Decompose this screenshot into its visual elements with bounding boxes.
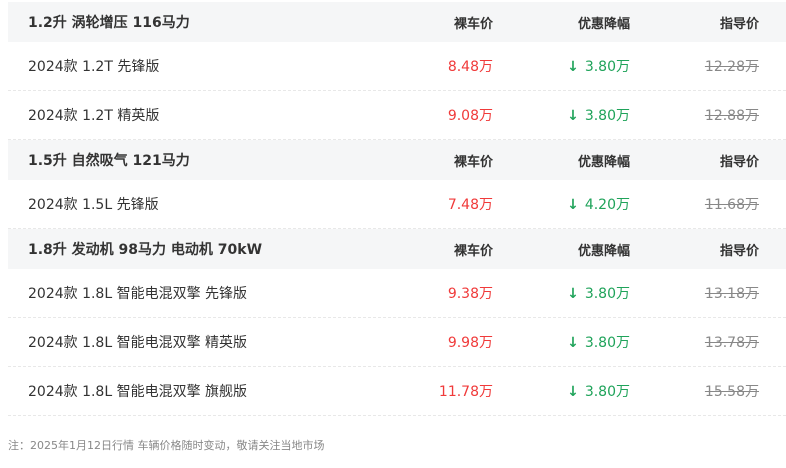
table-row[interactable]: 2024款 1.2T 精英版 9.08万 ↓ 3.80万 12.88万 xyxy=(8,91,786,140)
down-arrow-icon: ↓ xyxy=(567,286,579,302)
bare-price: 7.48万 xyxy=(447,197,493,213)
trim-name[interactable]: 2024款 1.8L 智能电混双擎 旗舰版 xyxy=(8,381,368,401)
discount: ↓ 3.80万 xyxy=(493,381,630,401)
trim-name[interactable]: 2024款 1.8L 智能电混双擎 先锋版 xyxy=(8,283,368,303)
discount-value: 3.80万 xyxy=(584,108,630,124)
trim-name[interactable]: 2024款 1.8L 智能电混双擎 精英版 xyxy=(8,332,368,352)
header-price: 裸车价 xyxy=(453,16,493,32)
guide-price: 13.78万 xyxy=(704,335,759,351)
group-header: 1.5升 自然吸气 121马力 裸车价 优惠降幅 指导价 xyxy=(8,140,786,180)
discount: ↓ 4.20万 xyxy=(493,194,630,214)
trim-name[interactable]: 2024款 1.2T 精英版 xyxy=(8,105,368,125)
down-arrow-icon: ↓ xyxy=(567,59,579,75)
price-table: 1.2升 涡轮增压 116马力 裸车价 优惠降幅 指导价 2024款 1.2T … xyxy=(8,2,786,416)
bare-price: 9.98万 xyxy=(447,335,493,351)
trim-name[interactable]: 2024款 1.2T 先锋版 xyxy=(8,56,368,76)
discount: ↓ 3.80万 xyxy=(493,332,630,352)
discount-value: 3.80万 xyxy=(584,384,630,400)
price-note: 注：2025年1月12日行情 车辆价格随时变动，敬请关注当地市场 xyxy=(8,439,325,452)
discount: ↓ 3.80万 xyxy=(493,105,630,125)
discount-value: 3.80万 xyxy=(584,59,630,75)
header-guide: 指导价 xyxy=(719,16,759,32)
group-title: 1.2升 涡轮增压 116马力 xyxy=(28,15,190,31)
table-row[interactable]: 2024款 1.8L 智能电混双擎 旗舰版 11.78万 ↓ 3.80万 15.5… xyxy=(8,367,786,416)
bare-price: 9.08万 xyxy=(447,108,493,124)
header-discount: 优惠降幅 xyxy=(577,243,630,259)
trim-name[interactable]: 2024款 1.5L 先锋版 xyxy=(8,194,368,214)
down-arrow-icon: ↓ xyxy=(567,197,579,213)
bare-price: 11.78万 xyxy=(438,384,493,400)
discount-value: 3.80万 xyxy=(584,335,630,351)
header-guide: 指导价 xyxy=(719,243,759,259)
table-row[interactable]: 2024款 1.2T 先锋版 8.48万 ↓ 3.80万 12.28万 xyxy=(8,42,786,91)
header-discount: 优惠降幅 xyxy=(577,16,630,32)
down-arrow-icon: ↓ xyxy=(567,108,579,124)
discount-value: 3.80万 xyxy=(584,286,630,302)
guide-price: 15.58万 xyxy=(704,384,759,400)
group-header: 1.2升 涡轮增压 116马力 裸车价 优惠降幅 指导价 xyxy=(8,2,786,42)
discount: ↓ 3.80万 xyxy=(493,56,630,76)
table-row[interactable]: 2024款 1.8L 智能电混双擎 先锋版 9.38万 ↓ 3.80万 13.18… xyxy=(8,269,786,318)
group-header: 1.8升 发动机 98马力 电动机 70kW 裸车价 优惠降幅 指导价 xyxy=(8,229,786,269)
guide-price: 12.28万 xyxy=(704,59,759,75)
table-row[interactable]: 2024款 1.5L 先锋版 7.48万 ↓ 4.20万 11.68万 xyxy=(8,180,786,229)
header-price: 裸车价 xyxy=(453,154,493,170)
group-title: 1.5升 自然吸气 121马力 xyxy=(28,153,190,169)
discount-value: 4.20万 xyxy=(584,197,630,213)
group-title: 1.8升 发动机 98马力 电动机 70kW xyxy=(28,242,263,258)
guide-price: 12.88万 xyxy=(704,108,759,124)
discount: ↓ 3.80万 xyxy=(493,283,630,303)
guide-price: 13.18万 xyxy=(704,286,759,302)
header-guide: 指导价 xyxy=(719,154,759,170)
down-arrow-icon: ↓ xyxy=(567,384,579,400)
guide-price: 11.68万 xyxy=(704,197,759,213)
header-price: 裸车价 xyxy=(453,243,493,259)
table-row[interactable]: 2024款 1.8L 智能电混双擎 精英版 9.98万 ↓ 3.80万 13.78… xyxy=(8,318,786,367)
bare-price: 9.38万 xyxy=(447,286,493,302)
bare-price: 8.48万 xyxy=(447,59,493,75)
down-arrow-icon: ↓ xyxy=(567,335,579,351)
header-discount: 优惠降幅 xyxy=(577,154,630,170)
